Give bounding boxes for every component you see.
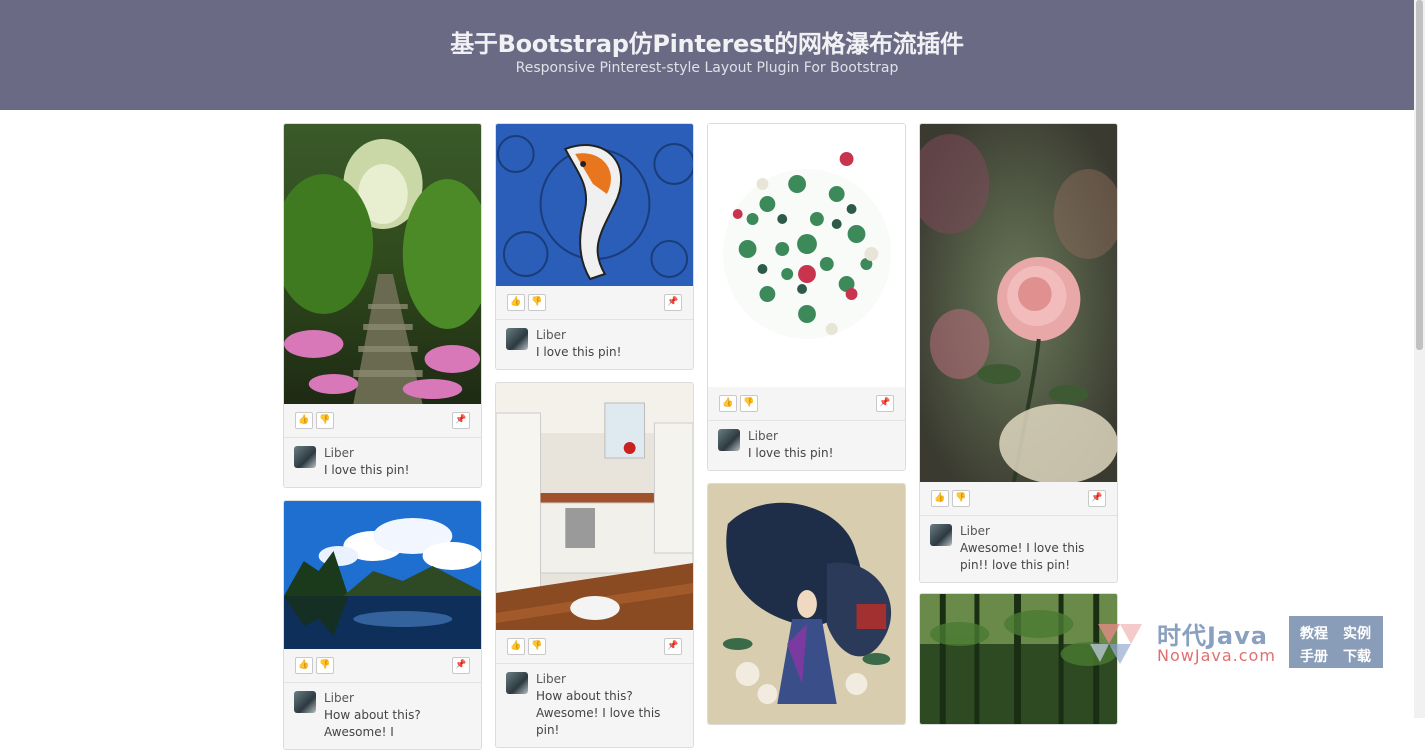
pin-author[interactable]: Liber [324, 689, 471, 707]
thumbs-up-icon[interactable]: 👍 [295, 412, 313, 429]
watermark: 时代Java NowJava.com 教程 实例 手册 下载 [1045, 614, 1385, 670]
pin-meta: Liber Awesome! I love this pin!! love th… [920, 516, 1117, 582]
watermark-link-download[interactable]: 下载 [1343, 646, 1371, 666]
avatar[interactable] [506, 328, 528, 350]
thumbs-down-icon[interactable]: 👎 [528, 294, 546, 311]
pin-author[interactable]: Liber [324, 444, 471, 462]
thumbs-down-icon[interactable]: 👎 [316, 657, 334, 674]
avatar[interactable] [930, 524, 952, 546]
pin-actions: 👍 👎 📌 [708, 387, 905, 421]
pin-author[interactable]: Liber [536, 670, 683, 688]
pin-card: 👍 👎 📌 Liber How about this? Awesome! I [283, 500, 482, 750]
pin-image[interactable] [496, 383, 693, 630]
page-header: 基于Bootstrap仿Pinterest的网格瀑布流插件 Responsive… [0, 0, 1414, 110]
page-title: 基于Bootstrap仿Pinterest的网格瀑布流插件 [450, 30, 964, 58]
pin-comment: I love this pin! [324, 463, 410, 477]
pin-icon[interactable]: 📌 [664, 638, 682, 655]
pin-meta: Liber I love this pin! [496, 320, 693, 369]
thumbs-down-icon[interactable]: 👎 [316, 412, 334, 429]
watermark-links: 教程 实例 手册 下载 [1289, 616, 1383, 668]
watermark-link-tutorial[interactable]: 教程 [1300, 623, 1328, 643]
avatar[interactable] [294, 446, 316, 468]
pin-meta: Liber How about this? Awesome! I love th… [496, 664, 693, 747]
pin-actions: 👍 👎 📌 [496, 630, 693, 664]
pin-image[interactable] [284, 124, 481, 404]
watermark-link-examples[interactable]: 实例 [1343, 623, 1371, 643]
pin-meta: Liber I love this pin! [708, 421, 905, 470]
pin-author[interactable]: Liber [960, 522, 1107, 540]
watermark-link-manual[interactable]: 手册 [1300, 646, 1328, 666]
avatar[interactable] [294, 691, 316, 713]
page-subtitle: Responsive Pinterest-style Layout Plugin… [515, 60, 899, 76]
pin-card: 👍 👎 📌 Liber I love this pin! [707, 123, 906, 471]
pin-icon[interactable]: 📌 [452, 412, 470, 429]
thumbs-up-icon[interactable]: 👍 [295, 657, 313, 674]
thumbs-up-icon[interactable]: 👍 [931, 490, 949, 507]
pin-icon[interactable]: 📌 [1088, 490, 1106, 507]
pin-card: 👍 👎 📌 Liber I love this pin! [283, 123, 482, 488]
pin-comment: I love this pin! [748, 446, 834, 460]
pin-image[interactable] [496, 124, 693, 286]
brand-logo-icon [1090, 624, 1142, 664]
pin-image[interactable] [708, 484, 905, 724]
pin-card [707, 483, 906, 725]
pin-meta: Liber How about this? Awesome! I [284, 683, 481, 749]
pin-comment: I love this pin! [536, 345, 622, 359]
thumbs-down-icon[interactable]: 👎 [740, 395, 758, 412]
thumbs-up-icon[interactable]: 👍 [719, 395, 737, 412]
avatar[interactable] [506, 672, 528, 694]
thumbs-down-icon[interactable]: 👎 [952, 490, 970, 507]
pin-actions: 👍 👎 📌 [284, 404, 481, 438]
thumbs-up-icon[interactable]: 👍 [507, 294, 525, 311]
pin-actions: 👍 👎 📌 [920, 482, 1117, 516]
pin-card: 👍 👎 📌 Liber How about this? Awesome! I l… [495, 382, 694, 748]
pin-icon[interactable]: 📌 [876, 395, 894, 412]
avatar[interactable] [718, 429, 740, 451]
scrollbar-thumb[interactable] [1416, 0, 1423, 350]
thumbs-up-icon[interactable]: 👍 [507, 638, 525, 655]
pin-meta: Liber I love this pin! [284, 438, 481, 487]
pin-image[interactable] [284, 501, 481, 649]
pin-comment: How about this? Awesome! I [324, 708, 421, 739]
pin-comment: Awesome! I love this pin!! love this pin… [960, 541, 1085, 572]
pin-comment: How about this? Awesome! I love this pin… [536, 689, 661, 737]
thumbs-down-icon[interactable]: 👎 [528, 638, 546, 655]
pin-image[interactable] [708, 124, 905, 387]
pin-actions: 👍 👎 📌 [284, 649, 481, 683]
pin-author[interactable]: Liber [536, 326, 683, 344]
pin-actions: 👍 👎 📌 [496, 286, 693, 320]
pin-icon[interactable]: 📌 [452, 657, 470, 674]
pin-icon[interactable]: 📌 [664, 294, 682, 311]
pin-author[interactable]: Liber [748, 427, 895, 445]
pin-card: 👍 👎 📌 Liber Awesome! I love this pin!! l… [919, 123, 1118, 583]
watermark-url[interactable]: NowJava.com [1157, 646, 1276, 665]
vertical-scrollbar[interactable] [1414, 0, 1425, 718]
pin-image[interactable] [920, 124, 1117, 482]
pin-card: 👍 👎 📌 Liber I love this pin! [495, 123, 694, 370]
